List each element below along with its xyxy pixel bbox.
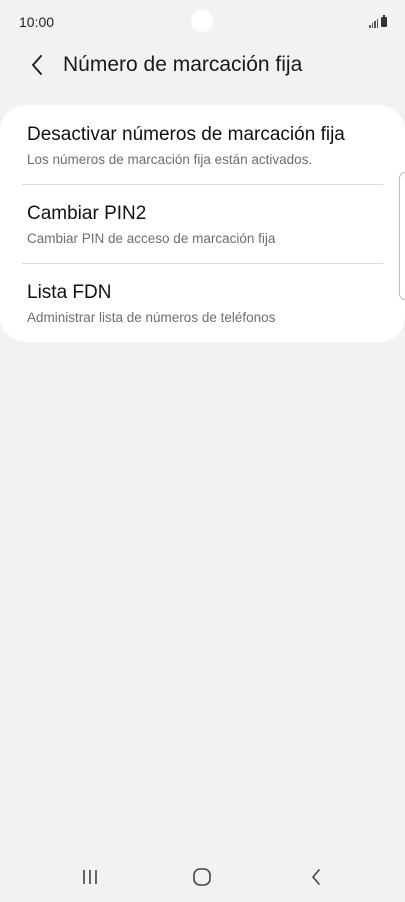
item-subtitle: Administrar lista de números de teléfono… <box>27 310 276 325</box>
back-button[interactable] <box>22 50 52 80</box>
home-button[interactable] <box>182 862 222 892</box>
signal-icon <box>369 18 378 28</box>
item-title: Lista FDN <box>27 282 112 303</box>
battery-icon <box>381 15 387 27</box>
scroll-indicator[interactable] <box>399 172 405 300</box>
item-title: Cambiar PIN2 <box>27 203 147 224</box>
settings-item-deactivate-fdn[interactable]: Desactivar números de marcación fija Los… <box>0 105 405 184</box>
item-subtitle: Los números de marcación fija están acti… <box>27 152 313 167</box>
screen: 10:00 Número de marcación fija Desactiva… <box>0 0 405 902</box>
recents-icon <box>83 870 97 884</box>
app-header: Número de marcación fija <box>0 44 405 90</box>
status-icons <box>369 14 387 28</box>
recents-button[interactable] <box>70 862 110 892</box>
nav-back-button[interactable] <box>296 862 336 892</box>
status-bar: 10:00 <box>0 0 405 44</box>
back-icon <box>312 869 320 885</box>
item-subtitle: Cambiar PIN de acceso de marcación fija <box>27 231 276 246</box>
item-title: Desactivar números de marcación fija <box>27 124 345 145</box>
settings-item-fdn-list[interactable]: Lista FDN Administrar lista de números d… <box>0 264 405 343</box>
settings-item-change-pin2[interactable]: Cambiar PIN2 Cambiar PIN de acceso de ma… <box>0 185 405 264</box>
home-icon <box>193 868 211 886</box>
camera-cutout <box>191 10 213 32</box>
page-title: Número de marcación fija <box>63 53 303 76</box>
settings-card: Desactivar números de marcación fija Los… <box>0 105 405 342</box>
chevron-left-icon <box>32 55 42 75</box>
nav-bar <box>0 852 405 902</box>
status-time: 10:00 <box>19 14 55 30</box>
